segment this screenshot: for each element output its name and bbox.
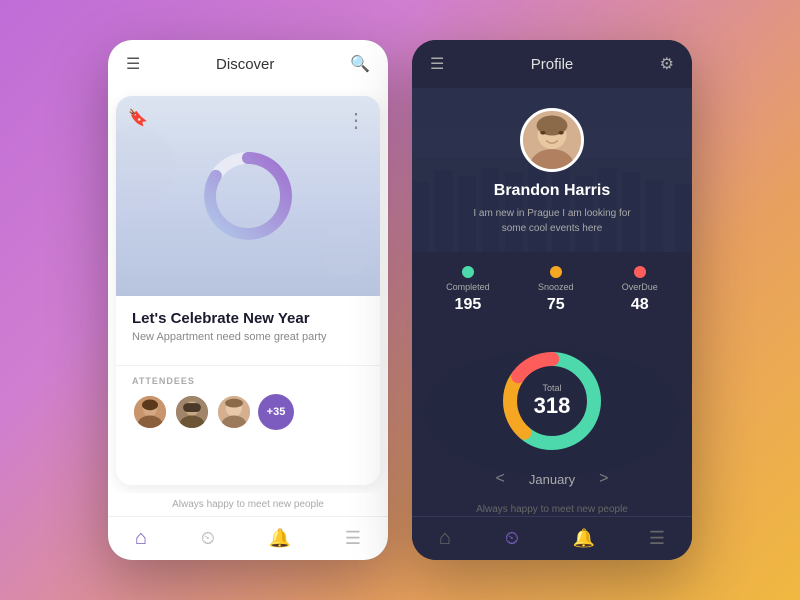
discover-bottom-nav: ⌂ ⏲ 🔔 ☰	[108, 516, 388, 560]
completed-value: 195	[455, 296, 482, 314]
attendees-count: +35	[258, 394, 294, 430]
completed-label: Completed	[446, 282, 490, 292]
avatar-image	[523, 108, 581, 172]
discover-donut-chart	[198, 146, 298, 246]
completed-dot	[462, 266, 474, 278]
profile-header: ☰ Profile ⚙	[412, 40, 692, 88]
attendee-avatar-2	[174, 394, 210, 430]
nav-bell-icon[interactable]: 🔔	[269, 528, 291, 549]
discover-body: 🔖 ⋮ Let's Celebrate New Year	[108, 88, 388, 516]
nav-timer-icon[interactable]: ⏲	[201, 528, 215, 549]
total-label: Total	[542, 383, 561, 393]
attendees-label: ATTENDEES	[132, 376, 364, 386]
bookmark-icon[interactable]: 🔖	[128, 108, 148, 128]
event-info: Let's Celebrate New Year New Appartment …	[116, 296, 380, 365]
donut-center: Total 318	[497, 346, 607, 456]
profile-menu-icon[interactable]: ☰	[430, 54, 444, 74]
more-options-icon[interactable]: ⋮	[346, 108, 368, 133]
nav-home-icon[interactable]: ⌂	[135, 527, 147, 550]
discover-header: ☰ Discover 🔍	[108, 40, 388, 88]
discover-phone: ☰ Discover 🔍 🔖 ⋮	[108, 40, 388, 560]
attendee-avatar-1	[132, 394, 168, 430]
overdue-label: OverDue	[622, 282, 658, 292]
event-card: 🔖 ⋮ Let's Celebrate New Year	[116, 96, 380, 485]
profile-nav-menu-icon[interactable]: ☰	[649, 528, 665, 549]
profile-user-name: Brandon Harris	[494, 182, 610, 200]
profile-donut-chart: Total 318	[497, 346, 607, 456]
snoozed-dot	[550, 266, 562, 278]
snoozed-value: 75	[547, 296, 565, 314]
profile-user-bio: I am new in Prague I am looking for some…	[462, 206, 642, 236]
snoozed-label: Snoozed	[538, 282, 574, 292]
stat-completed: Completed 195	[446, 266, 490, 314]
profile-filter-icon[interactable]: ⚙	[660, 54, 674, 74]
overdue-dot	[634, 266, 646, 278]
stat-overdue: OverDue 48	[622, 266, 658, 314]
event-image-area: 🔖 ⋮	[116, 96, 380, 296]
event-title: Let's Celebrate New Year	[132, 310, 364, 327]
bg-circle-2	[320, 226, 370, 276]
profile-nav-bell-icon[interactable]: 🔔	[573, 528, 595, 549]
attendee-avatar-3	[216, 394, 252, 430]
profile-phone: ☰ Profile ⚙	[412, 40, 692, 560]
profile-body: Brandon Harris I am new in Prague I am l…	[412, 88, 692, 516]
chart-section: Total 318 < January >	[412, 328, 692, 498]
discover-footer-text: Always happy to meet new people	[108, 493, 388, 516]
profile-hero: Brandon Harris I am new in Prague I am l…	[412, 88, 692, 252]
total-value: 318	[534, 393, 571, 419]
discover-search-icon[interactable]: 🔍	[350, 54, 370, 74]
profile-title: Profile	[531, 56, 574, 73]
profile-nav-timer-icon[interactable]: ⏲	[505, 528, 519, 549]
stats-row: Completed 195 Snoozed 75 OverDue 48	[412, 252, 692, 328]
attendees-row: +35	[132, 394, 364, 430]
attendees-section: ATTENDEES	[116, 365, 380, 442]
profile-bottom-nav: ⌂ ⏲ 🔔 ☰	[412, 516, 692, 560]
stat-snoozed: Snoozed 75	[538, 266, 574, 314]
discover-title: Discover	[216, 56, 274, 73]
overdue-value: 48	[631, 296, 649, 314]
profile-avatar	[520, 108, 584, 172]
profile-footer-text: Always happy to meet new people	[412, 498, 692, 516]
discover-menu-icon[interactable]: ☰	[126, 54, 140, 74]
event-subtitle: New Appartment need some great party	[132, 331, 364, 343]
profile-nav-home-icon[interactable]: ⌂	[439, 527, 451, 550]
nav-menu-icon[interactable]: ☰	[345, 528, 361, 549]
